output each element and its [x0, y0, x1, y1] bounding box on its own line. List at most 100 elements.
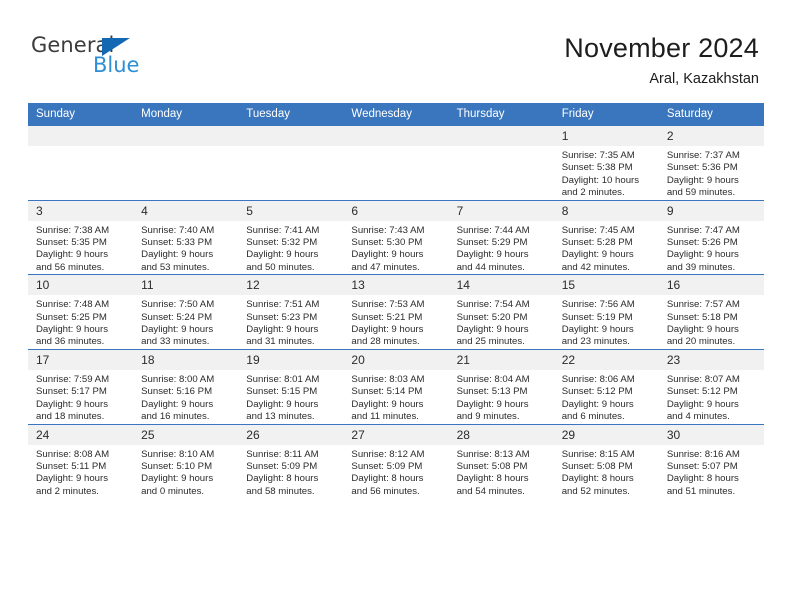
calendar-day-cell[interactable]: 25 Sunrise: 8:10 AM Sunset: 5:10 PM Dayligh…	[133, 423, 239, 499]
sunrise-time: Sunrise: 7:45 AM	[561, 224, 635, 236]
calendar-day-cell[interactable]: 21 Sunrise: 8:04 AM Sunset: 5:13 PM Dayligh…	[448, 348, 554, 424]
sunrise-time: Sunrise: 7:56 AM	[561, 299, 635, 311]
sunset-time: Sunset: 5:09 PM	[351, 460, 423, 472]
calendar-day-cell[interactable]: 23 Sunrise: 8:07 AM Sunset: 5:12 PM Dayligh…	[658, 348, 764, 424]
daylight-duration-line2: and 25 minutes.	[456, 336, 525, 348]
sunrise-time: Sunrise: 8:04 AM	[456, 373, 530, 385]
daylight-duration-line1: Daylight: 9 hours	[666, 398, 739, 410]
daylight-duration-line1: Daylight: 9 hours	[141, 324, 214, 336]
calendar-day-cell[interactable]: 28 Sunrise: 8:13 AM Sunset: 5:08 PM Dayligh…	[448, 423, 554, 499]
daylight-duration-line2: and 28 minutes.	[351, 336, 420, 348]
calendar-day-cell[interactable]: 17 Sunrise: 7:59 AM Sunset: 5:17 PM Dayligh…	[28, 348, 134, 424]
sunrise-time: Sunrise: 7:41 AM	[246, 224, 320, 236]
calendar-day-cell-empty	[448, 126, 554, 201]
sunrise-time: Sunrise: 7:51 AM	[246, 299, 320, 311]
calendar-day-cell[interactable]: 20 Sunrise: 8:03 AM Sunset: 5:14 PM Dayligh…	[343, 348, 449, 424]
daylight-duration-line1: Daylight: 9 hours	[351, 324, 424, 336]
daylight-duration-line1: Daylight: 8 hours	[246, 473, 319, 485]
calendar-day-cell[interactable]: 7 Sunrise: 7:44 AM Sunset: 5:29 PM Daylight…	[448, 199, 554, 275]
calendar-day-cell[interactable]: 1 Sunrise: 7:35 AM Sunset: 5:38 PM Daylight…	[553, 126, 659, 201]
daylight-duration-line2: and 47 minutes.	[351, 261, 420, 273]
daylight-duration-line1: Daylight: 9 hours	[456, 324, 529, 336]
sunset-time: Sunset: 5:20 PM	[456, 311, 528, 323]
day-number	[133, 126, 239, 146]
day-number: 16	[658, 275, 764, 296]
calendar-day-cell[interactable]: 27 Sunrise: 8:12 AM Sunset: 5:09 PM Dayligh…	[343, 423, 449, 499]
calendar-day-cell[interactable]: 3 Sunrise: 7:38 AM Sunset: 5:35 PM Daylight…	[28, 199, 134, 275]
sunrise-time: Sunrise: 8:06 AM	[561, 373, 635, 385]
daylight-duration-line1: Daylight: 9 hours	[141, 398, 214, 410]
day-number: 17	[28, 349, 134, 370]
sunset-time: Sunset: 5:21 PM	[351, 311, 423, 323]
calendar-day-cell[interactable]: 22 Sunrise: 8:06 AM Sunset: 5:12 PM Dayligh…	[553, 348, 659, 424]
calendar-day-cell[interactable]: 14 Sunrise: 7:54 AM Sunset: 5:20 PM Dayligh…	[448, 274, 554, 350]
daylight-duration-line1: Daylight: 9 hours	[456, 398, 529, 410]
calendar-day-cell[interactable]: 12 Sunrise: 7:51 AM Sunset: 5:23 PM Dayligh…	[238, 274, 344, 350]
sunrise-time: Sunrise: 7:44 AM	[456, 224, 530, 236]
daylight-duration-line1: Daylight: 8 hours	[666, 473, 739, 485]
day-details: Sunrise: 8:07 AM Sunset: 5:12 PM Daylight:…	[659, 370, 764, 424]
day-number: 23	[658, 349, 764, 370]
daylight-duration-line2: and 50 minutes.	[246, 261, 315, 273]
day-number: 9	[658, 200, 764, 221]
day-details: Sunrise: 7:59 AM Sunset: 5:17 PM Daylight:…	[28, 370, 133, 424]
daylight-duration-line2: and 33 minutes.	[141, 336, 210, 348]
daylight-duration-line1: Daylight: 9 hours	[666, 249, 739, 261]
calendar-header-row: Sunday Monday Tuesday Wednesday Thursday…	[28, 103, 764, 126]
daylight-duration-line2: and 56 minutes.	[351, 485, 420, 497]
day-number: 6	[343, 200, 449, 221]
daylight-duration-line2: and 18 minutes.	[36, 411, 105, 423]
calendar-day-cell[interactable]: 6 Sunrise: 7:43 AM Sunset: 5:30 PM Daylight…	[343, 199, 449, 275]
day-number: 18	[133, 349, 239, 370]
calendar-day-cell-empty	[28, 126, 134, 201]
page-title: November 2024	[564, 33, 759, 63]
calendar-day-cell[interactable]: 8 Sunrise: 7:45 AM Sunset: 5:28 PM Daylight…	[553, 199, 659, 275]
daylight-duration-line1: Daylight: 9 hours	[561, 249, 634, 261]
calendar-day-cell[interactable]: 18 Sunrise: 8:00 AM Sunset: 5:16 PM Dayligh…	[133, 348, 239, 424]
calendar-body: 1 Sunrise: 7:35 AM Sunset: 5:38 PM Daylight…	[28, 126, 764, 499]
calendar-table: Sunday Monday Tuesday Wednesday Thursday…	[28, 103, 764, 499]
daylight-duration-line2: and 58 minutes.	[246, 485, 315, 497]
calendar-day-cell[interactable]: 24 Sunrise: 8:08 AM Sunset: 5:11 PM Dayligh…	[28, 423, 134, 499]
daylight-duration-line2: and 2 minutes.	[561, 187, 625, 199]
daylight-duration-line1: Daylight: 8 hours	[351, 473, 424, 485]
daylight-duration-line1: Daylight: 10 hours	[561, 174, 640, 186]
day-number	[28, 126, 134, 146]
calendar-day-cell[interactable]: 29 Sunrise: 8:15 AM Sunset: 5:08 PM Dayligh…	[553, 423, 659, 499]
calendar-day-cell[interactable]: 16 Sunrise: 7:57 AM Sunset: 5:18 PM Dayligh…	[658, 274, 764, 350]
calendar-week-row: 1 Sunrise: 7:35 AM Sunset: 5:38 PM Daylight…	[28, 126, 764, 201]
day-number: 8	[553, 200, 659, 221]
calendar-day-cell-empty	[343, 126, 449, 201]
calendar-day-cell[interactable]: 5 Sunrise: 7:41 AM Sunset: 5:32 PM Daylight…	[238, 199, 344, 275]
daylight-duration-line1: Daylight: 9 hours	[141, 473, 214, 485]
day-details: Sunrise: 7:41 AM Sunset: 5:32 PM Daylight:…	[238, 221, 343, 275]
daylight-duration-line1: Daylight: 9 hours	[246, 324, 319, 336]
calendar-day-cell[interactable]: 4 Sunrise: 7:40 AM Sunset: 5:33 PM Daylight…	[133, 199, 239, 275]
day-number: 2	[658, 126, 764, 146]
sunrise-time: Sunrise: 7:37 AM	[666, 150, 740, 161]
calendar-day-cell[interactable]: 10 Sunrise: 7:48 AM Sunset: 5:25 PM Dayligh…	[28, 274, 134, 350]
sunset-time: Sunset: 5:35 PM	[36, 237, 107, 249]
weekday-header-friday: Friday	[553, 103, 659, 126]
calendar-week-row: 24 Sunrise: 8:08 AM Sunset: 5:11 PM Dayligh…	[28, 423, 764, 499]
sunrise-time: Sunrise: 8:12 AM	[351, 448, 425, 460]
day-details: Sunrise: 7:51 AM Sunset: 5:23 PM Daylight:…	[238, 295, 343, 349]
calendar-day-cell[interactable]: 30 Sunrise: 8:16 AM Sunset: 5:07 PM Dayligh…	[658, 423, 764, 499]
general-blue-logo[interactable]: General Blue	[31, 33, 271, 83]
day-number: 10	[28, 275, 134, 296]
sunrise-time: Sunrise: 7:38 AM	[36, 224, 110, 236]
calendar-day-cell[interactable]: 19 Sunrise: 8:01 AM Sunset: 5:15 PM Dayligh…	[238, 348, 344, 424]
sunrise-time: Sunrise: 8:00 AM	[141, 373, 215, 385]
sunset-time: Sunset: 5:28 PM	[561, 237, 633, 249]
calendar-day-cell[interactable]: 9 Sunrise: 7:47 AM Sunset: 5:26 PM Daylight…	[658, 199, 764, 275]
calendar-day-cell[interactable]: 2 Sunrise: 7:37 AM Sunset: 5:36 PM Daylight…	[658, 126, 764, 201]
sunset-time: Sunset: 5:12 PM	[666, 386, 738, 398]
calendar-day-cell[interactable]: 15 Sunrise: 7:56 AM Sunset: 5:19 PM Dayligh…	[553, 274, 659, 350]
day-number: 20	[343, 349, 449, 370]
daylight-duration-line1: Daylight: 9 hours	[246, 249, 319, 261]
daylight-duration-line1: Daylight: 9 hours	[561, 398, 634, 410]
daylight-duration-line2: and 20 minutes.	[666, 336, 736, 348]
calendar-day-cell[interactable]: 11 Sunrise: 7:50 AM Sunset: 5:24 PM Dayligh…	[133, 274, 239, 350]
calendar-day-cell[interactable]: 13 Sunrise: 7:53 AM Sunset: 5:21 PM Dayligh…	[343, 274, 449, 350]
calendar-day-cell[interactable]: 26 Sunrise: 8:11 AM Sunset: 5:09 PM Dayligh…	[238, 423, 344, 499]
